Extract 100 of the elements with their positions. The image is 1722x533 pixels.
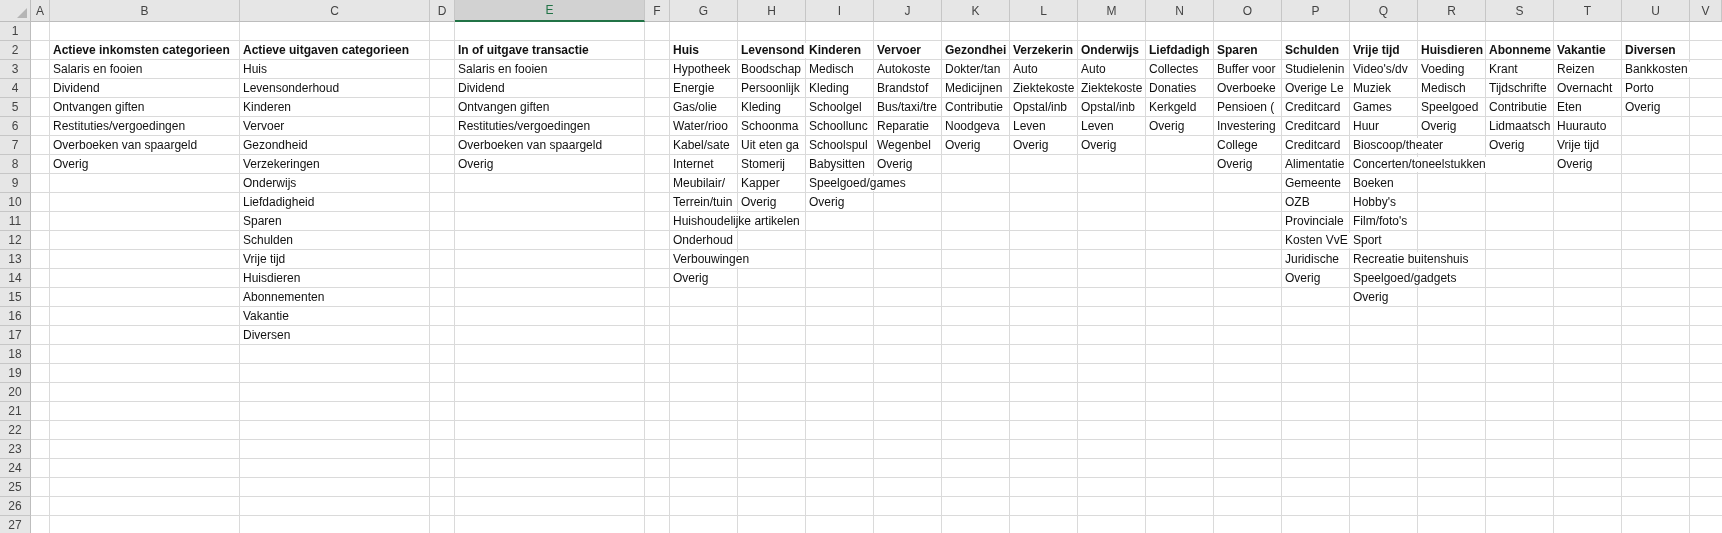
cell-text: Overig bbox=[943, 138, 983, 153]
row-header[interactable]: 4 bbox=[0, 79, 31, 98]
row-header[interactable]: 22 bbox=[0, 421, 31, 440]
cell-text: Kosten VvE bbox=[1283, 233, 1350, 248]
cell-text: Pensioen ( bbox=[1215, 100, 1277, 115]
column-header[interactable]: N bbox=[1146, 0, 1214, 22]
row-header[interactable]: 25 bbox=[0, 478, 31, 497]
cell-text: Speelgoed/gadgets bbox=[1351, 271, 1459, 286]
row-header[interactable]: 27 bbox=[0, 516, 31, 533]
cell-text: Overig bbox=[456, 157, 496, 172]
cell-text: Opstal/inb bbox=[1079, 100, 1138, 115]
column-header[interactable]: C bbox=[240, 0, 430, 22]
row-header[interactable]: 19 bbox=[0, 364, 31, 383]
row-header[interactable]: 12 bbox=[0, 231, 31, 250]
cell-text: Overig bbox=[51, 157, 91, 172]
cell-text: Verbouwingen bbox=[671, 252, 752, 267]
cell-text: Liefdadigheid bbox=[241, 195, 317, 210]
cell-text: Overboeken van spaargeld bbox=[456, 138, 605, 153]
column-header[interactable]: S bbox=[1486, 0, 1554, 22]
row-header[interactable]: 10 bbox=[0, 193, 31, 212]
column-header[interactable]: T bbox=[1554, 0, 1622, 22]
row-header[interactable]: 8 bbox=[0, 155, 31, 174]
column-heading: Sparen bbox=[1215, 43, 1260, 58]
cell-text: Vrije tijd bbox=[241, 252, 288, 267]
column-header[interactable]: Q bbox=[1350, 0, 1418, 22]
column-header[interactable]: R bbox=[1418, 0, 1486, 22]
column-heading: Actieve uitgaven categorieen bbox=[241, 43, 412, 58]
cell-text: Restituties/vergoedingen bbox=[51, 119, 188, 134]
column-header[interactable]: D bbox=[430, 0, 455, 22]
cell-text: Overig bbox=[1623, 100, 1663, 115]
cell-text: Opstal/inb bbox=[1011, 100, 1070, 115]
cell-text: Voeding bbox=[1419, 62, 1467, 77]
column-header[interactable]: V bbox=[1690, 0, 1722, 22]
row-header[interactable]: 23 bbox=[0, 440, 31, 459]
column-header[interactable]: O bbox=[1214, 0, 1282, 22]
row-header[interactable]: 17 bbox=[0, 326, 31, 345]
column-header[interactable]: L bbox=[1010, 0, 1078, 22]
column-header[interactable]: I bbox=[806, 0, 874, 22]
column-header[interactable]: K bbox=[942, 0, 1010, 22]
cell-text: Kapper bbox=[739, 176, 782, 191]
row-header[interactable]: 5 bbox=[0, 98, 31, 117]
cell-text: Overig bbox=[1011, 138, 1051, 153]
cell-text: Investering bbox=[1215, 119, 1278, 134]
cell-text: Reparatie bbox=[875, 119, 932, 134]
row-header[interactable]: 13 bbox=[0, 250, 31, 269]
row-header[interactable]: 26 bbox=[0, 497, 31, 516]
cell-text: Ontvangen giften bbox=[51, 100, 147, 115]
cell-text: Overig bbox=[1487, 138, 1527, 153]
row-header[interactable]: 1 bbox=[0, 22, 31, 41]
column-header[interactable]: A bbox=[31, 0, 50, 22]
cell-text: Schoolspul bbox=[807, 138, 870, 153]
column-header[interactable]: P bbox=[1282, 0, 1350, 22]
column-header[interactable]: B bbox=[50, 0, 240, 22]
row-header[interactable]: 16 bbox=[0, 307, 31, 326]
cell-text: Overig bbox=[1215, 157, 1255, 172]
cell-text: Overig bbox=[1147, 119, 1187, 134]
select-all-icon[interactable] bbox=[17, 8, 27, 18]
row-header[interactable]: 6 bbox=[0, 117, 31, 136]
column-heading: Levensond bbox=[739, 43, 807, 58]
cell-text: Wegenbel bbox=[875, 138, 933, 153]
column-heading: Actieve inkomsten categorieen bbox=[51, 43, 232, 58]
row-header[interactable]: 24 bbox=[0, 459, 31, 478]
cell-text: Verzekeringen bbox=[241, 157, 322, 172]
row-header[interactable]: 11 bbox=[0, 212, 31, 231]
cell-text: Sparen bbox=[241, 214, 284, 229]
cell-text: Boodschap bbox=[739, 62, 804, 77]
cell-text: Overig bbox=[1283, 271, 1323, 286]
row-header[interactable]: 14 bbox=[0, 269, 31, 288]
cell-text: Overig bbox=[807, 195, 847, 210]
cell-text: Speelgoed/games bbox=[807, 176, 908, 191]
cell-text: Speelgoed bbox=[1419, 100, 1481, 115]
cell-text: Overig bbox=[1419, 119, 1459, 134]
cell-text: Tijdschrifte bbox=[1487, 81, 1549, 96]
column-heading: Liefdadigh bbox=[1147, 43, 1212, 58]
column-heading: Vrije tijd bbox=[1351, 43, 1402, 58]
column-header[interactable]: E bbox=[455, 0, 645, 22]
row-header[interactable]: 18 bbox=[0, 345, 31, 364]
row-header[interactable]: 3 bbox=[0, 60, 31, 79]
column-heading: In of uitgave transactie bbox=[456, 43, 591, 58]
cell-text: Restituties/vergoedingen bbox=[456, 119, 593, 134]
cell-text: Overig bbox=[1079, 138, 1119, 153]
column-header[interactable]: F bbox=[645, 0, 670, 22]
cell-text: Persoonlijk bbox=[739, 81, 802, 96]
row-header[interactable]: 9 bbox=[0, 174, 31, 193]
row-header[interactable]: 2 bbox=[0, 41, 31, 60]
cell-text: Huishoudelijke artikelen bbox=[671, 214, 802, 229]
cell-text: Bankkosten bbox=[1623, 62, 1690, 77]
row-header[interactable]: 21 bbox=[0, 402, 31, 421]
cell-text: Hobby's bbox=[1351, 195, 1398, 210]
row-header[interactable]: 7 bbox=[0, 136, 31, 155]
column-header[interactable]: H bbox=[738, 0, 806, 22]
column-header[interactable]: M bbox=[1078, 0, 1146, 22]
row-header[interactable]: 15 bbox=[0, 288, 31, 307]
row-header[interactable]: 20 bbox=[0, 383, 31, 402]
column-header[interactable]: U bbox=[1622, 0, 1690, 22]
column-header[interactable]: G bbox=[670, 0, 738, 22]
column-header[interactable]: J bbox=[874, 0, 942, 22]
cell-text: Vrije tijd bbox=[1555, 138, 1602, 153]
cell-text: Stomerij bbox=[739, 157, 787, 172]
cell-text: Overig bbox=[875, 157, 915, 172]
